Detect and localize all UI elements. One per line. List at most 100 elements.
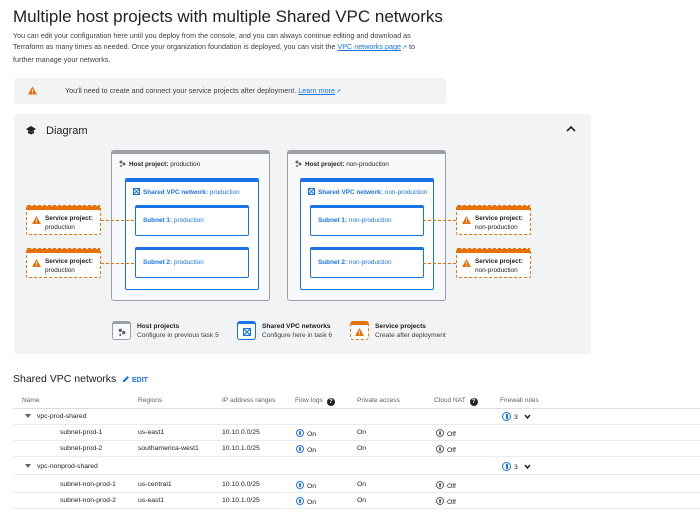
host-project-bar	[288, 151, 445, 154]
legend-title: Shared VPC networks	[262, 323, 331, 330]
service-project-bar	[27, 249, 100, 253]
subnet-box: Subnet 2: non-production	[310, 247, 424, 278]
ip-range-cell: 10.10.0.0/25	[222, 429, 260, 436]
firewall-rules-cell[interactable]: 3	[502, 412, 531, 421]
column-header-cloud-nat: Cloud NAT?	[434, 397, 478, 406]
region-cell: us-east1	[138, 497, 165, 504]
subnet-number: Subnet 1:	[318, 217, 348, 224]
warning-icon	[355, 328, 364, 336]
table-row: subnet-non-prod-2 us-east1 10.10.1.0/25 …	[13, 493, 700, 509]
service-project-bar	[457, 206, 530, 210]
subnet-name-cell: subnet-non-prod-1	[60, 481, 116, 488]
cloud-nat-cell: Off	[436, 429, 456, 438]
subnet-name: non-production	[348, 259, 392, 266]
graduation-cap-icon	[26, 126, 36, 135]
shared-vpc-name: non-production	[384, 189, 428, 196]
host-project-header: Host project: non-production	[295, 160, 389, 168]
table-row: subnet-non-prod-1 us-central1 10.10.0.0/…	[13, 477, 700, 493]
flow-logs-label: Flow logs	[295, 397, 323, 404]
private-access-cell: On	[357, 429, 367, 436]
flow-logs-cell: On	[296, 497, 316, 506]
region-cell: us-east1	[138, 429, 165, 436]
expand-caret-icon[interactable]	[25, 414, 31, 418]
legend-desc: Configure in previous task 5	[137, 332, 219, 339]
private-access-cell: On	[357, 497, 367, 504]
service-project-label: Service project:	[45, 258, 93, 265]
edit-label: EDIT	[132, 377, 148, 384]
notice-text: You'll need to create and connect your s…	[65, 86, 341, 95]
shared-vpc-production: Shared VPC network: production Subnet 1:…	[125, 178, 259, 290]
private-access-cell: On	[357, 481, 367, 488]
shared-vpc-swatch	[237, 321, 256, 340]
subnet-name: production	[173, 259, 204, 266]
chevron-down-icon[interactable]	[524, 463, 531, 470]
cloud-nat-cell: Off	[436, 445, 456, 454]
warning-icon	[32, 216, 41, 224]
expand-caret-icon[interactable]	[25, 464, 31, 468]
host-project-label: Host project:	[305, 161, 345, 168]
shared-vpc-label: Shared VPC network:	[143, 189, 208, 196]
service-project-swatch	[350, 321, 369, 340]
warning-icon	[462, 259, 471, 267]
flow-logs-value: On	[307, 447, 317, 454]
service-project-label: Service project:	[45, 215, 93, 222]
firewall-rules-cell[interactable]: 3	[502, 462, 531, 471]
subnet-label: Subnet 2: production	[143, 259, 204, 266]
shared-vpc-non-production: Shared VPC network: non-production Subne…	[300, 178, 434, 290]
flow-logs-cell: On	[296, 429, 316, 438]
shared-vpc-icon	[308, 188, 315, 195]
network-name: vpc-nonprod-shared	[37, 463, 98, 470]
table-row: subnet-prod-2 southamerica-west1 10.10.1…	[13, 441, 700, 457]
vpc-networks-link[interactable]: VPC networks page	[337, 42, 401, 51]
service-project-box: Service project: production	[26, 205, 101, 235]
shared-vpc-name: production	[209, 189, 240, 196]
subnet-bar	[136, 248, 248, 250]
subnet-number: Subnet 2:	[143, 259, 173, 266]
deployment-notice: You'll need to create and connect your s…	[14, 78, 446, 104]
chevron-down-icon[interactable]	[524, 413, 531, 420]
warning-icon	[32, 259, 41, 267]
service-project-box: Service project: production	[26, 248, 101, 278]
service-project-label: Service project:	[475, 215, 523, 222]
column-header-ip-ranges: IP address ranges	[222, 397, 276, 404]
service-project-label: Service project:	[475, 258, 523, 265]
host-project-bar	[112, 151, 269, 154]
cloud-nat-icon	[436, 445, 444, 453]
warning-icon	[462, 216, 471, 224]
help-icon[interactable]: ?	[469, 398, 478, 406]
table-group-row[interactable]: vpc-nonprod-shared 3	[13, 459, 700, 475]
edit-pencil-icon	[123, 376, 129, 382]
host-project-production: Host project: production Shared VPC netw…	[111, 150, 270, 301]
column-header-regions: Regions	[138, 397, 163, 404]
region-cell: us-central1	[138, 481, 172, 488]
subnet-label: Subnet 1: non-production	[318, 217, 392, 224]
service-project-name: non-production	[475, 267, 518, 274]
table-group-row[interactable]: vpc-prod-shared 3	[13, 409, 700, 425]
learn-more-link[interactable]: Learn more	[298, 86, 335, 95]
column-header-firewall-rules: Firewall rules	[500, 397, 539, 404]
help-icon[interactable]: ?	[326, 398, 335, 406]
subnet-box: Subnet 1: production	[135, 205, 249, 236]
region-cell: southamerica-west1	[138, 445, 199, 452]
service-project-box: Service project: non-production	[456, 205, 531, 235]
flow-logs-cell: On	[296, 445, 316, 454]
shared-vpc-bar	[301, 179, 433, 182]
legend-title: Host projects	[137, 323, 180, 330]
flow-log-icon	[296, 497, 304, 505]
cloud-nat-cell: Off	[436, 481, 456, 490]
chevron-up-icon[interactable]	[565, 124, 577, 134]
subnet-number: Subnet 1:	[143, 217, 173, 224]
host-project-non-production: Host project: non-production Shared VPC …	[287, 150, 446, 301]
network-name: vpc-prod-shared	[37, 413, 87, 420]
connector-line	[423, 263, 456, 264]
column-header-private-access: Private access	[357, 397, 400, 404]
host-project-swatch	[112, 321, 131, 340]
shared-vpc-label: Shared VPC network:	[318, 189, 383, 196]
page-title: Multiple host projects with multiple Sha…	[13, 7, 443, 26]
ip-range-cell: 10.10.1.0/25	[222, 445, 260, 452]
edit-button[interactable]: EDIT	[122, 375, 148, 384]
legend-desc: Create after deployment	[375, 332, 446, 339]
cloud-nat-value: Off	[447, 499, 456, 506]
diagram-title: Diagram	[46, 125, 88, 137]
firewall-count: 3	[514, 464, 518, 471]
